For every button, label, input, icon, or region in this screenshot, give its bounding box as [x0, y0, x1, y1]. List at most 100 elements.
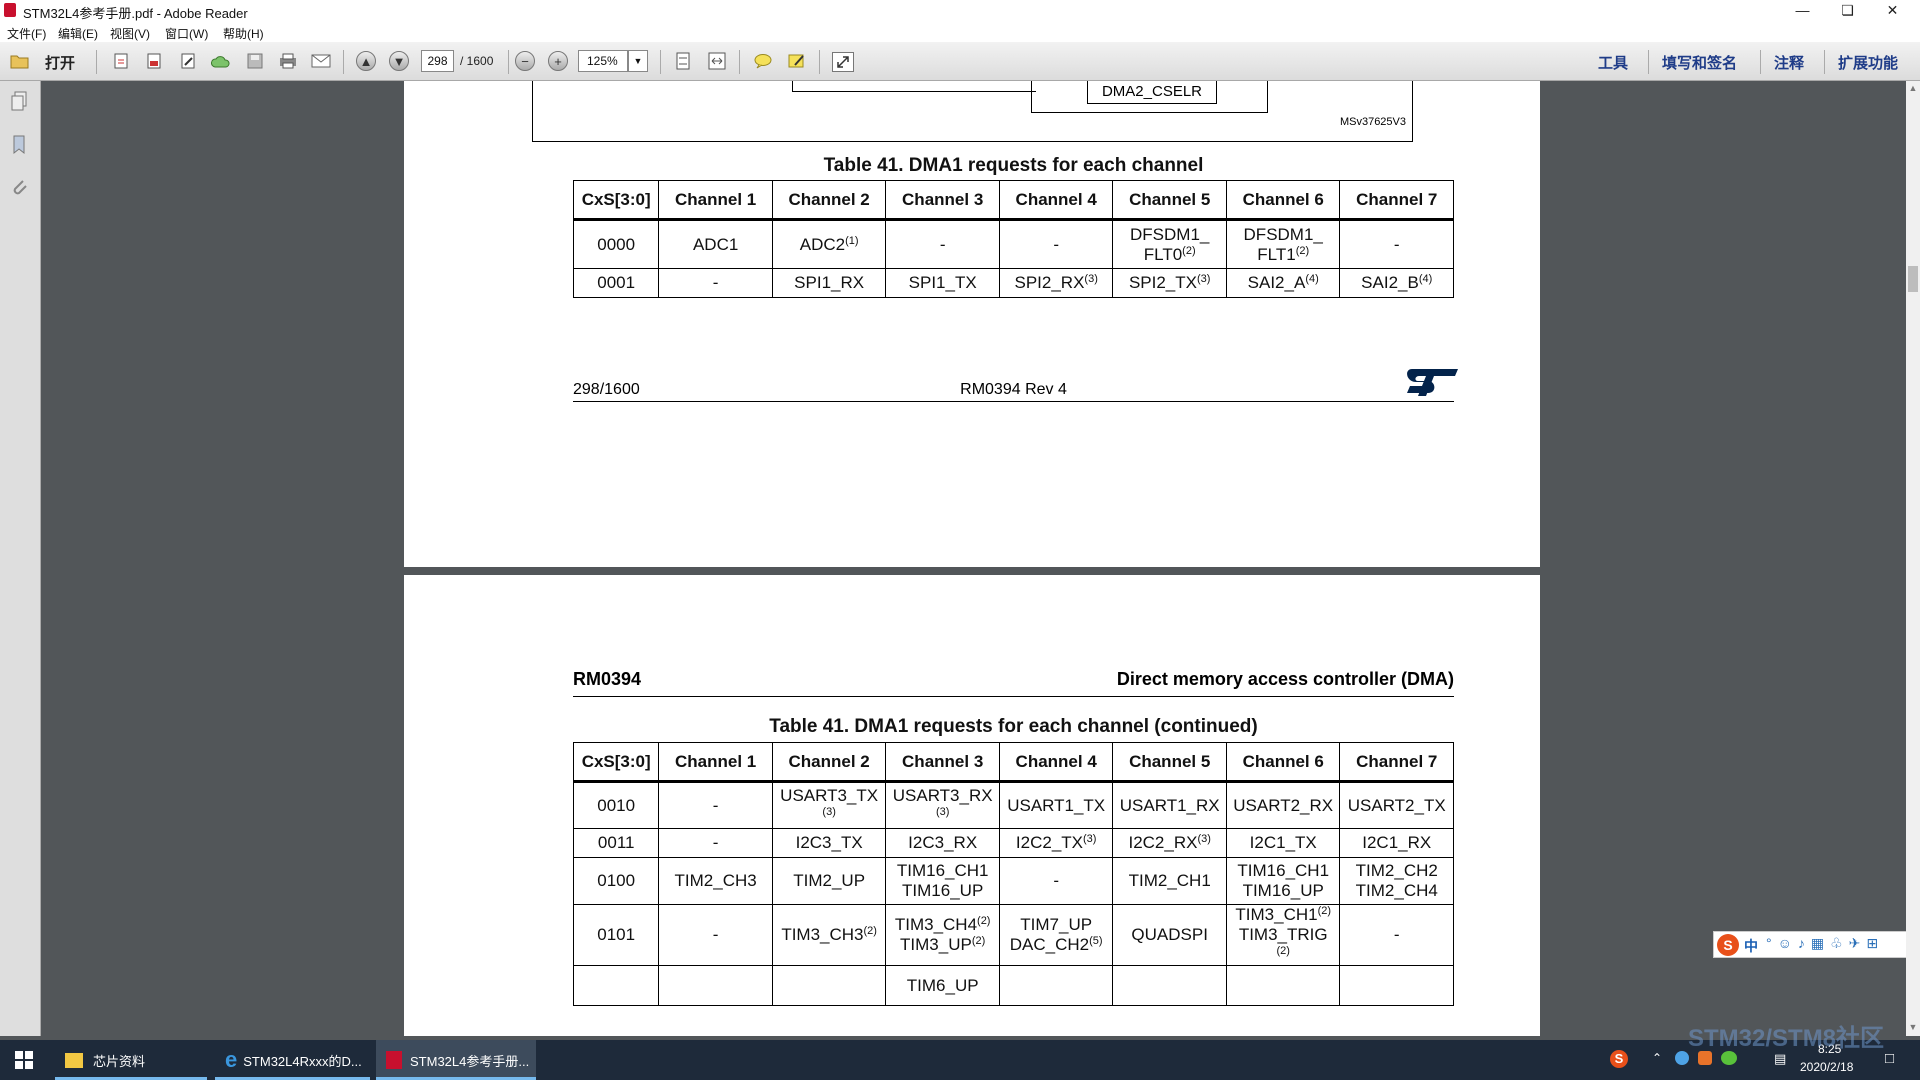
cell-channel-1: TIM2_CH3 [658, 857, 773, 905]
table-row: 0001- SPI1_RX SPI1_TX SPI2_RX(3) SPI2_TX(3) S… [572, 268, 1454, 298]
page-total: / 1600 [460, 54, 494, 68]
st-logo [1407, 369, 1458, 396]
page-number-input[interactable]: 298 [421, 50, 454, 72]
page-thumbnails-icon[interactable] [10, 91, 28, 113]
cell-cxs-code: 0100 [572, 857, 660, 905]
create-pdf-icon[interactable] [110, 51, 132, 71]
fullscreen-icon[interactable] [832, 52, 854, 72]
cell-channel-7 [1339, 965, 1454, 1006]
header-channel-4: Channel 4 [998, 742, 1114, 783]
comment-link[interactable]: 注释 [1774, 52, 1804, 73]
menu-window[interactable]: 窗口(W) [165, 25, 208, 42]
edit-pdf-icon[interactable] [177, 51, 199, 71]
taskbar-label: STM32L4参考手册... [410, 1053, 530, 1069]
cell-channel-1 [658, 965, 773, 1006]
cell-channel-2: I2C3_TX [771, 828, 887, 858]
table-row: TIM6_UP [572, 965, 1454, 1006]
cell-channel-2: USART3_TX (3) [771, 781, 887, 829]
pdf-page-299: RM0394 Direct memory access controller (… [404, 575, 1540, 1036]
open-button-label[interactable]: 打开 [45, 52, 75, 73]
menu-edit[interactable]: 编辑(E) [58, 25, 98, 42]
start-button[interactable] [0, 1040, 48, 1080]
cell-channel-3: SPI1_TX [885, 268, 1000, 298]
tools-link[interactable]: 工具 [1598, 52, 1628, 73]
sogou-icon[interactable]: S [1717, 934, 1739, 956]
cell-channel-1: - [658, 268, 773, 298]
minimize-button[interactable]: — [1780, 0, 1825, 21]
taskbar-item-folder[interactable]: 芯片资料 [55, 1040, 207, 1080]
cell-channel-6 [1225, 965, 1341, 1006]
fit-page-icon[interactable] [672, 51, 694, 71]
cell-channel-5 [1112, 965, 1227, 1006]
cell-cxs-code: 0001 [572, 268, 660, 298]
cell-channel-6: SAI2_A(4) [1225, 268, 1341, 298]
previous-page-icon[interactable]: ▲ [356, 51, 376, 71]
next-page-icon[interactable]: ▼ [389, 51, 409, 71]
menu-view[interactable]: 视图(V) [110, 25, 150, 42]
open-folder-icon[interactable] [9, 51, 31, 71]
cell-channel-7: - [1339, 219, 1454, 269]
zoom-in-icon[interactable]: + [548, 51, 568, 71]
cloud-upload-icon[interactable] [210, 51, 232, 71]
comment-icon[interactable] [752, 51, 774, 71]
taskbar-item-reader[interactable]: STM32L4参考手册... [376, 1040, 536, 1080]
document-viewer[interactable]: DMA2_CSELR MSv37625V3 Table 41. DMA1 req… [41, 81, 1906, 1036]
wechat-icon[interactable] [1721, 1051, 1737, 1065]
sogou-tray-icon[interactable]: S [1610, 1050, 1628, 1068]
zoom-level-input[interactable]: 125% [578, 50, 628, 72]
scroll-down-icon[interactable]: ▼ [1908, 1022, 1918, 1034]
bookmarks-icon[interactable] [10, 134, 28, 156]
cell-channel-1: ADC1 [658, 219, 773, 269]
email-icon[interactable] [310, 51, 332, 71]
cell-channel-6: I2C1_TX [1225, 828, 1341, 858]
menu-file[interactable]: 文件(F) [7, 25, 46, 42]
scroll-up-icon[interactable]: ▲ [1908, 83, 1918, 95]
zoom-out-icon[interactable]: − [515, 51, 535, 71]
toolbar-separator [739, 50, 740, 74]
save-icon[interactable] [244, 51, 266, 71]
display-icon[interactable]: ▤ [1774, 1051, 1786, 1067]
clock-date[interactable]: 2020/2/18 [1800, 1060, 1853, 1074]
cell-channel-7: - [1339, 904, 1454, 966]
highlight-icon[interactable] [786, 51, 808, 71]
restore-button[interactable]: ❏ [1825, 0, 1870, 21]
cell-cxs-code [572, 965, 660, 1006]
taskbar-item-browser[interactable]: e STM32L4Rxxx的D... [215, 1040, 370, 1080]
print-icon[interactable] [277, 51, 299, 71]
cell-channel-2: TIM3_CH3(2) [771, 904, 887, 966]
fill-sign-link[interactable]: 填写和签名 [1662, 52, 1737, 73]
tray-expand-icon[interactable]: ⌃ [1652, 1051, 1662, 1065]
menu-help[interactable]: 帮助(H) [223, 25, 264, 42]
cell-cxs-code: 0000 [572, 219, 660, 269]
toolbar-separator [1824, 50, 1825, 74]
cell-channel-4: TIM7_UP DAC_CH2(5) [998, 904, 1114, 966]
app-tray-icon[interactable] [1698, 1051, 1712, 1065]
header-channel-1: Channel 1 [658, 742, 773, 783]
close-button[interactable]: ✕ [1870, 0, 1915, 21]
page-footer-revision: RM0394 Rev 4 [960, 381, 1067, 398]
ime-language[interactable]: 中 [1744, 936, 1758, 956]
header-channel-5: Channel 5 [1112, 742, 1227, 783]
page-header-doc-id: RM0394 [573, 669, 642, 689]
taskbar-label: STM32L4Rxxx的D... [243, 1053, 362, 1069]
network-icon[interactable] [1675, 1051, 1689, 1065]
vertical-scrollbar[interactable]: ▲ ▼ [1906, 81, 1920, 1036]
header-channel-3: Channel 3 [885, 180, 1000, 221]
notification-icon[interactable]: □ [1885, 1050, 1894, 1067]
header-cxs: CxS[3:0] [572, 742, 660, 783]
zoom-dropdown-icon[interactable]: ▼ [628, 50, 648, 72]
export-pdf-icon[interactable] [143, 51, 165, 71]
ime-tool-icons[interactable]: °☺♪▦♧✈⊞ [1766, 935, 1884, 952]
cell-channel-6: USART2_RX [1225, 781, 1341, 829]
windows-icon [15, 1051, 33, 1069]
table-row: 0011- I2C3_TX I2C3_RX I2C2_TX(3) I2C2_RX(3) I… [572, 828, 1454, 858]
scrollbar-thumb[interactable] [1908, 266, 1918, 292]
extended-link[interactable]: 扩展功能 [1838, 52, 1898, 73]
cell-channel-2: TIM2_UP [771, 857, 887, 905]
fit-width-icon[interactable] [706, 51, 728, 71]
toolbar-separator [1760, 50, 1761, 74]
footer-rule [573, 401, 1454, 402]
ime-toolbar[interactable]: S 中 °☺♪▦♧✈⊞ [1713, 931, 1906, 958]
cell-channel-5: SPI2_TX(3) [1112, 268, 1227, 298]
attachments-icon[interactable] [10, 177, 28, 199]
